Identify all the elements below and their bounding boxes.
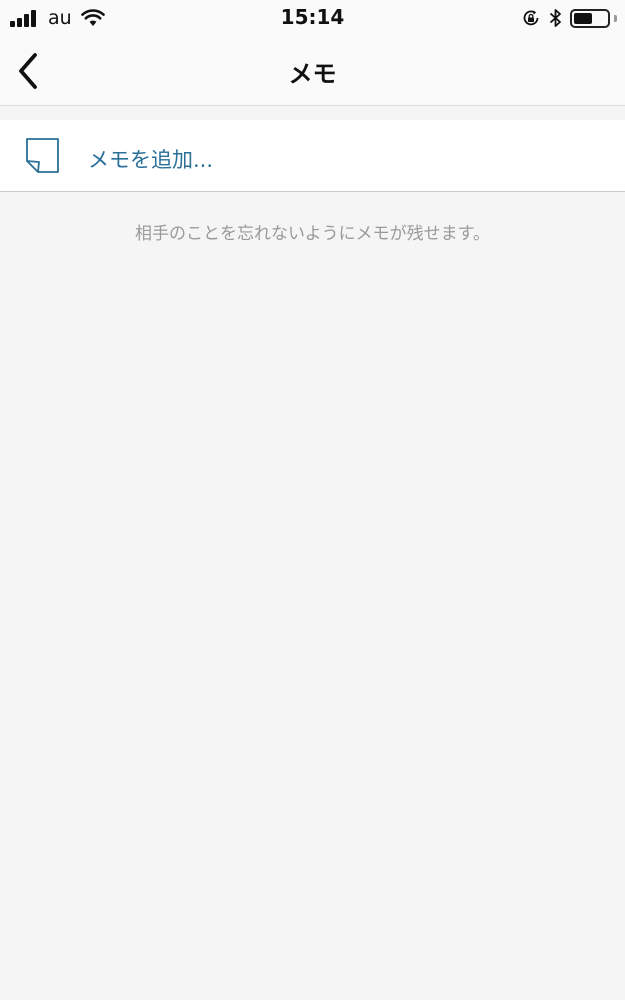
rotation-lock-icon [523, 10, 539, 26]
note-icon [26, 138, 59, 173]
status-right [521, 6, 617, 30]
navigation-bar: メモ [0, 36, 625, 106]
battery-level [574, 12, 592, 24]
add-memo-button[interactable]: メモを追加... [0, 120, 625, 192]
empty-state-hint: 相手のことを忘れないようにメモが残せます。 [135, 224, 490, 244]
battery-tip [614, 14, 617, 22]
bluetooth-icon [549, 9, 561, 27]
battery-icon [570, 8, 610, 28]
status-bar: au 15:14 [0, 0, 625, 36]
add-memo-label: メモを追加... [88, 148, 214, 172]
page-title: メモ [288, 60, 337, 88]
